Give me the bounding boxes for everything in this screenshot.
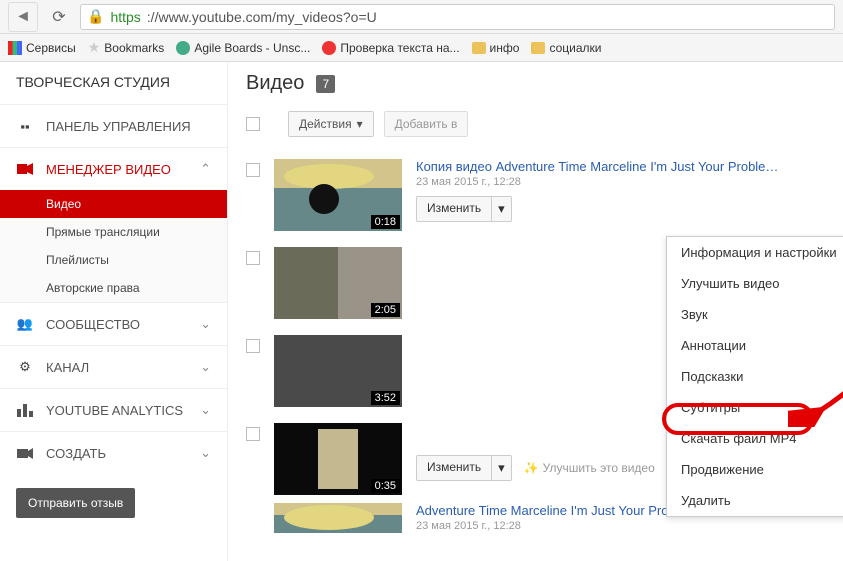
page-header: Видео 7 [228,62,843,105]
duration-badge: 3:52 [371,391,400,405]
back-button[interactable]: ◄ [8,2,38,32]
lock-icon: 🔒 [87,8,104,25]
sidebar-sub-videos[interactable]: Видео [0,190,227,218]
chevron-down-icon: ⌄ [200,316,211,332]
gear-icon: ⚙ [16,358,34,376]
dd-delete[interactable]: Удалить [667,485,843,516]
video-count-badge: 7 [316,75,335,93]
add-to-button[interactable]: Добавить в [384,111,469,137]
url-scheme: https [110,9,140,25]
edit-button[interactable]: Изменить [416,196,491,222]
dd-cards[interactable]: Подсказки [667,361,843,392]
sidebar-sub-playlists[interactable]: Плейлисты [0,246,227,274]
edit-dropdown-toggle[interactable]: ▾ [491,196,512,222]
actions-button[interactable]: Действия▾ [288,111,374,137]
dd-promote[interactable]: Продвижение [667,454,843,485]
sidebar: ТВОРЧЕСКАЯ СТУДИЯ ▪▪ ПАНЕЛЬ УПРАВЛЕНИЯ М… [0,62,228,561]
duration-badge: 2:05 [371,303,400,317]
bookmark-bookmarks[interactable]: ★Bookmarks [88,39,165,56]
favicon-icon [176,41,190,55]
favicon-icon [322,41,336,55]
bookmarks-bar: Сервисы ★Bookmarks Agile Boards - Unsc..… [0,34,843,62]
video-manager-icon [16,160,34,178]
select-all-checkbox[interactable] [246,117,260,131]
caret-down-icon: ▾ [357,117,363,131]
duration-badge: 0:35 [371,479,400,493]
video-date: 23 мая 2015 г., 12:28 [416,176,825,188]
duration-badge: 0:18 [371,215,400,229]
wand-icon: ✨ [524,461,539,475]
bookmark-agile[interactable]: Agile Boards - Unsc... [176,41,310,55]
improve-video-link[interactable]: ✨Улучшить это видео [524,461,655,475]
sidebar-item-analytics[interactable]: YOUTUBE ANALYTICS ⌄ [0,389,227,431]
video-thumbnail[interactable]: 0:35 [274,423,402,495]
bookmark-textcheck[interactable]: Проверка текста на... [322,41,459,55]
dd-annotations[interactable]: Аннотации [667,330,843,361]
video-thumbnail[interactable]: 2:05 [274,247,402,319]
dd-enhance[interactable]: Улучшить видео [667,268,843,299]
edit-dropdown-menu: Информация и настройки Улучшить видео Зв… [666,236,843,517]
video-thumbnail[interactable]: 3:52 [274,335,402,407]
sidebar-item-community[interactable]: 👥 СООБЩЕСТВО ⌄ [0,303,227,345]
video-checkbox[interactable] [246,427,260,441]
sidebar-title: ТВОРЧЕСКАЯ СТУДИЯ [0,68,227,104]
edit-button[interactable]: Изменить [416,455,491,481]
chevron-up-icon: ⌃ [200,161,211,177]
url-path: ://www.youtube.com/my_videos?o=U [147,9,377,25]
sidebar-sub-live[interactable]: Прямые трансляции [0,218,227,246]
sidebar-sub-copyright[interactable]: Авторские права [0,274,227,302]
video-checkbox[interactable] [246,251,260,265]
url-bar[interactable]: 🔒 https ://www.youtube.com/my_videos?o=U [80,4,835,30]
sidebar-item-channel[interactable]: ⚙ КАНАЛ ⌄ [0,346,227,388]
video-thumbnail[interactable]: 0:18 [274,159,402,231]
dd-info[interactable]: Информация и настройки [667,237,843,268]
bars-icon [16,401,34,419]
dashboard-icon: ▪▪ [16,117,34,135]
sidebar-item-dashboard[interactable]: ▪▪ ПАНЕЛЬ УПРАВЛЕНИЯ [0,105,227,147]
video-title[interactable]: Копия видео Adventure Time Marceline I'm… [416,159,825,174]
edit-split-button[interactable]: Изменить ▾ [416,455,512,481]
chevron-down-icon: ⌄ [200,445,211,461]
camera-icon [16,444,34,462]
video-checkbox[interactable] [246,339,260,353]
bookmark-info[interactable]: инфо [472,41,520,55]
reload-button[interactable]: ⟳ [44,2,74,32]
toolbar: Действия▾ Добавить в [228,105,843,151]
sidebar-item-create[interactable]: СОЗДАТЬ ⌄ [0,432,227,474]
dd-subtitles[interactable]: Субтитры [667,392,843,423]
chevron-down-icon: ⌄ [200,402,211,418]
bookmark-apps[interactable]: Сервисы [8,41,76,55]
edit-dropdown-toggle[interactable]: ▾ [491,455,512,481]
bookmark-social[interactable]: социалки [531,41,601,55]
video-row: 0:18 Копия видео Adventure Time Marcelin… [228,151,843,239]
edit-split-button[interactable]: Изменить ▾ [416,196,512,222]
sidebar-item-video-manager[interactable]: МЕНЕДЖЕР ВИДЕО ⌃ [0,148,227,190]
dd-download[interactable]: Скачать файл MP4 [667,423,843,454]
folder-icon [472,42,486,54]
folder-icon [531,42,545,54]
browser-toolbar: ◄ ⟳ 🔒 https ://www.youtube.com/my_videos?… [0,0,843,34]
dd-audio[interactable]: Звук [667,299,843,330]
page-title: Видео [246,72,304,95]
community-icon: 👥 [16,315,34,333]
apps-grid-icon [8,41,22,55]
video-thumbnail[interactable] [274,503,402,533]
video-date: 23 мая 2015 г., 12:28 [416,520,825,532]
main-content: Видео 7 Действия▾ Добавить в 0:18 Копия … [228,62,843,561]
feedback-button[interactable]: Отправить отзыв [16,488,135,518]
star-icon: ★ [88,39,101,56]
video-checkbox[interactable] [246,163,260,177]
chevron-down-icon: ⌄ [200,359,211,375]
